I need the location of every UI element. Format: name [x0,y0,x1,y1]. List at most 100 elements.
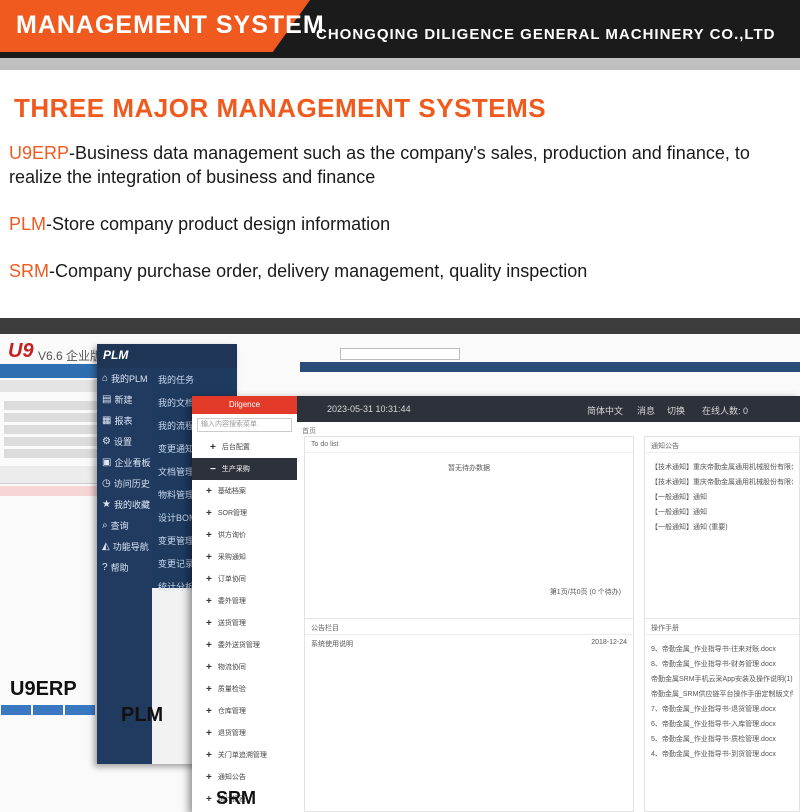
system-desc-plm: PLM-Store company product design informa… [9,212,789,236]
system-description: -Business data management such as the co… [9,143,750,187]
plus-icon: + [206,793,212,805]
messages-button[interactable]: 消息 [637,404,655,417]
manual-item[interactable]: 9、帝勤金属_作业指导书-往来对账.docx [651,644,793,654]
manual-item[interactable]: 帝勤金属SRM手机云采App安装及操作说明(1).docx [651,674,793,684]
plus-icon: + [206,617,212,629]
manual-title: 操作手册 [645,619,799,635]
plus-icon: + [206,661,212,673]
plm-side-item[interactable]: ▤ 新建 [97,389,152,410]
history-icon: ◷ [102,478,111,489]
srm-menu-item[interactable]: + 送货管理 [192,612,297,634]
srm-menu-item[interactable]: + 退货管理 [192,722,297,744]
company-name: CHONGQING DILIGENCE GENERAL MACHINERY CO… [316,26,776,43]
srm-menu-item-label: 通知公告 [217,774,246,781]
plus-icon: + [206,573,212,585]
system-desc-srm: SRM-Company purchase order, delivery man… [9,259,789,283]
srm-menu-item[interactable]: + 仓库管理 [192,700,297,722]
u9-search-input[interactable] [340,348,460,360]
manual-panel: 操作手册 9、帝勤金属_作业指导书-往来对账.docx 8、帝勤金属_作业指导书-… [644,618,800,812]
manual-item[interactable]: 5、帝勤金属_作业指导书-质检管理.docx [651,734,793,744]
plus-icon: + [206,595,212,607]
plus-icon: + [206,485,212,497]
srm-label: SRM [216,788,256,808]
manual-item[interactable]: 6、帝勤金属_作业指导书-入库管理.docx [651,719,793,729]
plm-side-item[interactable]: ◷ 访问历史 [97,473,152,494]
srm-menu-item-label: 送货管理 [217,620,246,627]
plm-side-item-label: 查询 [110,521,129,531]
srm-menu-item[interactable]: + 委外管理 [192,590,297,612]
u9erp-label: U9ERP [10,678,77,700]
srm-menu-item[interactable]: + 委外送货管理 [192,634,297,656]
notice-item[interactable]: 【一般通知】通知 [651,507,793,517]
srm-search-input[interactable]: 输入内容搜索菜单 [197,418,292,432]
notice-item[interactable]: 【一般通知】通知 [651,492,793,502]
plm-side-item-label: 功能导航 [112,542,149,552]
plus-icon: + [206,771,212,783]
srm-menu-item[interactable]: + 供方询价 [192,524,297,546]
srm-menu-item[interactable]: − 生产采购 [192,458,297,480]
plm-side-item[interactable]: ⚙ 设置 [97,431,152,452]
srm-menu-item[interactable]: + 关门单追溯管理 [192,744,297,766]
srm-menu-item[interactable]: + 后台配置 [192,436,297,458]
plm-side-item-label: 设置 [113,437,132,447]
srm-menu-item[interactable]: + 采购通知 [192,546,297,568]
breadcrumb[interactable]: 首页 [302,426,316,436]
plm-side-item[interactable]: ⌂ 我的PLM [97,368,152,389]
notice-item[interactable]: 【一般通知】通知 (重要) [651,522,793,532]
srm-menu-item[interactable]: + SOR管理 [192,502,297,524]
plm-side-item-label: 报表 [114,416,133,426]
system-description: -Company purchase order, delivery manage… [49,261,588,281]
u9-user-bar [300,362,800,372]
plus-icon: + [206,727,212,739]
notice-item[interactable]: 【技术通知】重庆帝勤金属通用机械股份有限公司 [651,462,793,472]
bulletin-title: 公告栏目 [305,619,633,635]
srm-menu-item[interactable]: + 通知公告 [192,766,297,788]
plm-side-item[interactable]: ▣ 企业看板 [97,452,152,473]
srm-menu-item-label: 采购通知 [217,554,246,561]
u9-bottom-button[interactable] [33,705,63,715]
language-select[interactable]: 简体中文 [587,404,623,417]
header-band: MANAGEMENT SYSTEM CHONGQING DILIGENCE GE… [0,0,800,70]
notice-item[interactable]: 【技术通知】重庆帝勤金属通用机械股份有限公司 [651,477,793,487]
search-icon: ⌕ [102,520,108,531]
u9-grid-row[interactable] [0,486,100,496]
manual-item[interactable]: 帝勤金属_SRM供应链平台操作手册定制版文件.docx [651,689,793,699]
plus-icon: + [206,639,212,651]
plus-icon: + [210,441,216,453]
u9-tab-strip[interactable] [0,364,110,378]
plm-side-item[interactable]: ▦ 报表 [97,410,152,431]
notice-title: 通知公告 [645,437,799,453]
plm-side-item[interactable]: ⌕ 查询 [97,515,152,536]
u9-bottom-button[interactable] [65,705,95,715]
plm-side-item[interactable]: ◭ 功能导航 [97,536,152,557]
srm-logo: Dilgence [192,396,297,414]
manual-list: 9、帝勤金属_作业指导书-往来对账.docx 8、帝勤金属_作业指导书-财务管理.… [645,635,799,768]
plm-label: PLM [121,704,164,726]
srm-menu-item[interactable]: + 质量检验 [192,678,297,700]
bulletin-item[interactable]: 系统使用说明 [311,639,353,649]
manual-item[interactable]: 8、帝勤金属_作业指导书-财务管理.docx [651,659,793,669]
srm-menu-item-label: SOR管理 [217,510,248,517]
switch-button[interactable]: 切换 [667,404,685,417]
srm-menu-item-label: 订单协同 [217,576,246,583]
plm-side-item[interactable]: ★ 我的收藏 [97,494,152,515]
manual-item[interactable]: 4、帝勤金属_作业指导书-到货管理.docx [651,749,793,759]
srm-menu-item[interactable]: + 物流协同 [192,656,297,678]
plus-icon: + [206,529,212,541]
srm-menu-item-label: 仓库管理 [217,708,246,715]
srm-menu-item-label: 委外管理 [217,598,246,605]
todo-empty: 暂无待办数据 [448,465,490,472]
system-description: -Store company product design informatio… [46,214,391,234]
u9-bottom-button[interactable] [1,705,31,715]
plm-submenu-item[interactable]: 我的任务 [152,368,237,391]
manual-item[interactable]: 7、帝勤金属_作业指导书-退货管理.docx [651,704,793,714]
plm-side-item[interactable]: ? 帮助 [97,557,152,578]
u9-toolbar[interactable] [0,380,110,392]
plm-topbar: PLM [97,344,237,368]
system-desc-u9erp: U9ERP-Business data management such as t… [9,141,789,189]
srm-menu-item-label: 供方询价 [217,532,246,539]
srm-menu-item[interactable]: + 基础档案 [192,480,297,502]
star-icon: ★ [102,499,111,510]
srm-menu-item[interactable]: + 订单协同 [192,568,297,590]
bulletin-date: 2018-12-24 [591,639,627,646]
